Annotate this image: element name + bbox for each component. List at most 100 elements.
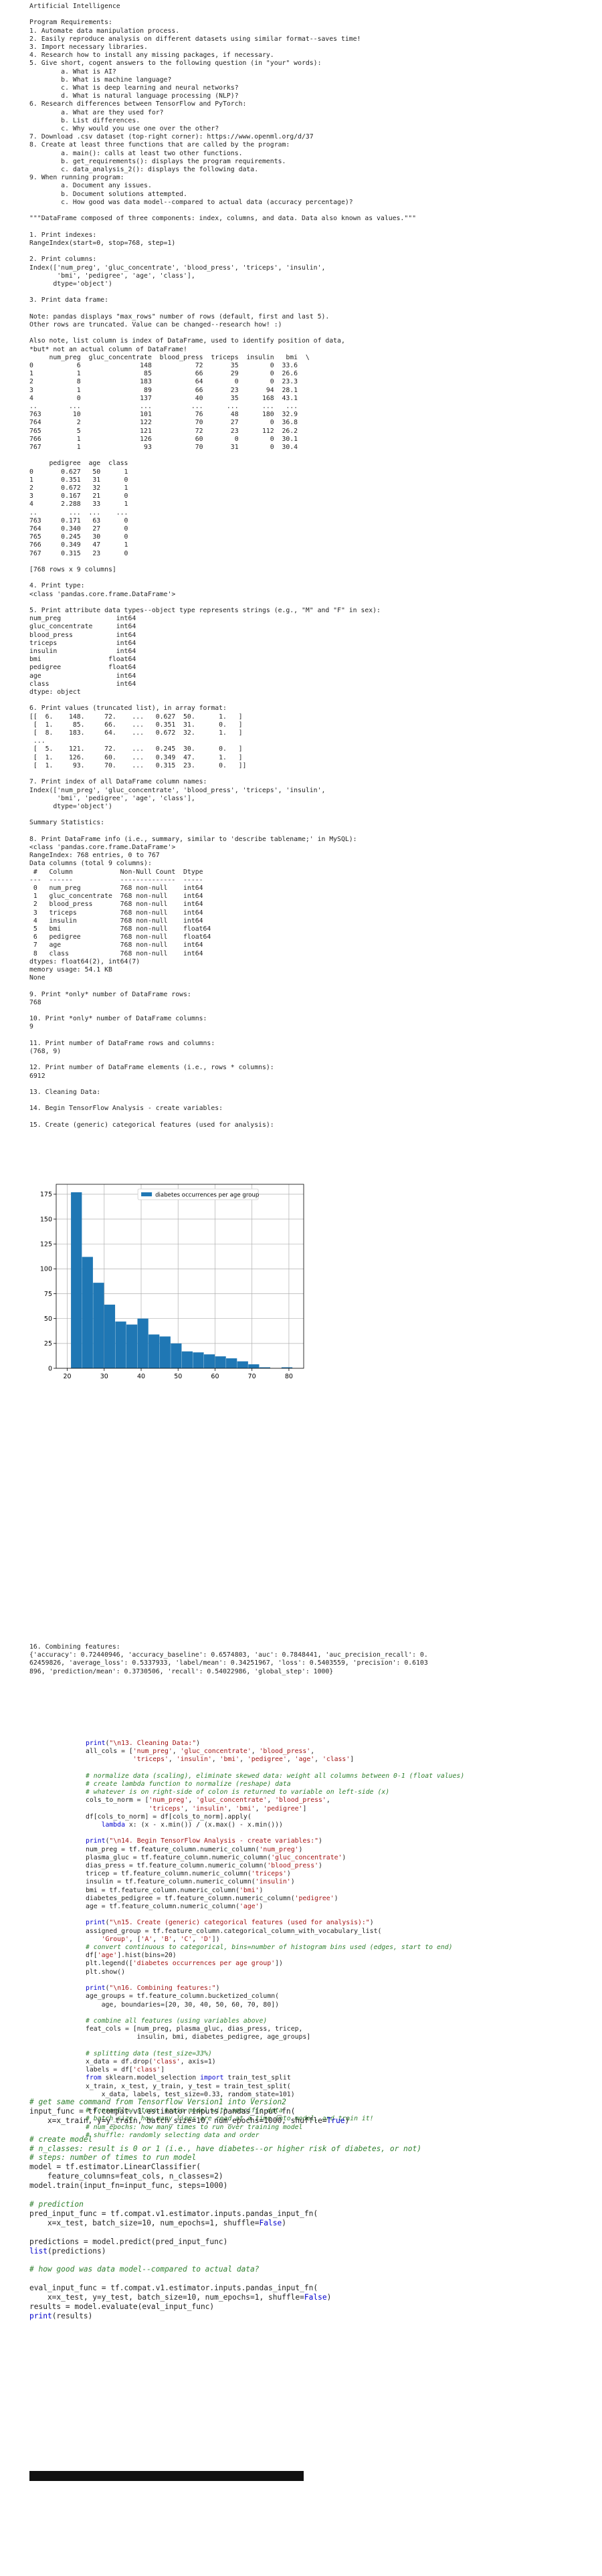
code-line[interactable]: pred_input_func = tf.compat.v1.estimator… (29, 2209, 598, 2219)
output-line: [ 1. 85. 66. ... 0.351 31. 0. ] (29, 721, 243, 729)
output-line: dtype: object (29, 688, 81, 697)
code-line[interactable]: feature_columns=feat_cols, n_classes=2) (29, 2172, 598, 2181)
code-line[interactable]: # whatever is on right-side of colon is … (86, 1788, 594, 1797)
code-line[interactable]: lambda x: (x - x.min()) / (x.max() - x.m… (86, 1821, 594, 1829)
output-line: Note: pandas displays "max_rows" number … (29, 312, 330, 320)
output-line: 5. Give short, cogent answers to the fol… (29, 60, 322, 68)
output-line: 12. Print number of DataFrame elements (… (29, 1064, 274, 1072)
code-cell-2[interactable]: # get same command from Tensorflow Versi… (29, 2098, 598, 2321)
code-line[interactable]: model = tf.estimator.LinearClassifier( (29, 2163, 598, 2172)
code-line[interactable]: model.train(input_fn=input_func, steps=1… (29, 2181, 598, 2191)
output-line: b. What is machine language? (29, 76, 172, 84)
code-line[interactable]: cols_to_norm = ['num_preg', 'gluc_concen… (86, 1797, 594, 1805)
code-line[interactable]: diabetes_pedigree = tf.feature_column.nu… (86, 1895, 594, 1903)
code-line[interactable] (86, 1911, 594, 1919)
code-line[interactable]: list(predictions) (29, 2247, 598, 2256)
code-line[interactable]: 'triceps', 'insulin', 'bmi', 'pedigree'] (86, 1805, 594, 1813)
code-cell-1[interactable]: print("\n13. Cleaning Data:") all_cols = … (86, 1740, 594, 2140)
output-line: 9. When running program: (29, 174, 124, 182)
code-line[interactable] (86, 2042, 594, 2050)
redacted-bar (29, 2471, 304, 2481)
code-line[interactable]: # normalize data (scaling), eliminate sk… (86, 1772, 594, 1780)
code-line[interactable] (29, 2274, 598, 2284)
output-line: 4 2.288 33 1 (29, 500, 128, 509)
output-line: 765 0.245 30 0 (29, 533, 128, 541)
code-line[interactable]: tricep = tf.feature_column.numeric_colum… (86, 1870, 594, 1878)
code-line[interactable] (86, 1764, 594, 1772)
output-line: pedigree float64 (29, 664, 136, 672)
output-line: 'bmi', 'pedigree', 'age', 'class'], (29, 794, 195, 802)
output-line: [ 8. 183. 64. ... 0.672 32. 1. ] (29, 729, 243, 737)
code-line[interactable] (86, 2009, 594, 2017)
code-line[interactable]: x_train, x_test, y_train, y_test = train… (86, 2083, 594, 2091)
output-line: 4 insulin 768 non-null int64 (29, 917, 211, 925)
output-line: --- ------ -------------- ----- (29, 876, 211, 884)
output-line: 15. Create (generic) categorical feature… (29, 1121, 274, 1129)
code-line[interactable]: # combine all features (using variables … (86, 2017, 594, 2025)
histogram-bar (71, 1192, 82, 1368)
code-line[interactable]: all_cols = ['num_preg', 'gluc_concentrat… (86, 1748, 594, 1756)
code-line[interactable]: feat_cols = [num_preg, plasma_gluc, dias… (86, 2025, 594, 2033)
output-line: dtype='object') (29, 802, 112, 810)
output-line: 62459826, 'average_loss': 0.5337933, 'la… (29, 1659, 428, 1667)
code-line[interactable]: plt.legend(['diabetes occurrences per ag… (86, 1960, 594, 1968)
code-line[interactable]: # n_classes: result is 0 or 1 (i.e., hav… (29, 2144, 598, 2154)
code-line[interactable]: # convert continuous to categorical, bin… (86, 1944, 594, 1952)
code-line[interactable]: dias_press = tf.feature_column.numeric_c… (86, 1862, 594, 1870)
code-line[interactable]: # steps: number of times to run model (29, 2153, 598, 2163)
code-line[interactable]: df['age'].hist(bins=20) (86, 1952, 594, 1960)
code-line[interactable]: age_groups = tf.feature_column.bucketize… (86, 1993, 594, 2001)
code-line[interactable] (29, 2256, 598, 2265)
code-line[interactable]: x_data = df.drop('class', axis=1) (86, 2058, 594, 2066)
histogram-bar (215, 1356, 226, 1368)
code-line[interactable]: labels = df['class'] (86, 2066, 594, 2074)
output-line: 2. Print columns: (29, 256, 97, 264)
code-line[interactable]: # prediction (29, 2200, 598, 2209)
code-line[interactable] (29, 2126, 598, 2135)
code-line[interactable]: eval_input_func = tf.compat.v1.estimator… (29, 2284, 598, 2293)
code-line[interactable]: x=x_test, batch_size=10, num_epochs=1, s… (29, 2219, 598, 2228)
code-line[interactable]: # get same command from Tensorflow Versi… (29, 2098, 598, 2107)
code-line[interactable]: from sklearn.model_selection import trai… (86, 2074, 594, 2082)
code-line[interactable]: print("\n13. Cleaning Data:") (86, 1740, 594, 1748)
code-line[interactable]: input_func = tf.compat.v1.estimator.inpu… (29, 2107, 598, 2116)
code-line[interactable]: print(results) (29, 2312, 598, 2321)
code-line[interactable]: x=x_train, y=y_train, batch_size=10, num… (29, 2116, 598, 2126)
code-line[interactable]: results = model.evaluate(eval_input_func… (29, 2302, 598, 2312)
output-line: c. data_analysis_2(): displays the follo… (29, 166, 259, 174)
code-line[interactable]: # splitting data (test_size=33%) (86, 2050, 594, 2058)
code-line[interactable] (86, 1976, 594, 1985)
output-line: 0 0.627 50 1 (29, 468, 128, 476)
code-line[interactable]: insulin = tf.feature_column.numeric_colu… (86, 1878, 594, 1886)
output-line: 14. Begin TensorFlow Analysis - create v… (29, 1105, 223, 1113)
code-line[interactable]: # create model (29, 2135, 598, 2144)
code-line[interactable]: print("\n16. Combining features:") (86, 1985, 594, 1993)
code-line[interactable]: print("\n14. Begin TensorFlow Analysis -… (86, 1837, 594, 1845)
output-line: 5 bmi 768 non-null float64 (29, 925, 211, 933)
code-line[interactable]: # how good was data model--compared to a… (29, 2265, 598, 2274)
output-line: dtypes: float64(2), int64(7) (29, 957, 140, 965)
code-line[interactable]: bmi = tf.feature_column.numeric_column('… (86, 1887, 594, 1895)
code-line[interactable]: num_preg = tf.feature_column.numeric_col… (86, 1846, 594, 1854)
code-line[interactable]: insulin, bmi, diabetes_pedigree, age_gro… (86, 2033, 594, 2041)
code-line[interactable]: assigned_group = tf.feature_column.categ… (86, 1928, 594, 1936)
output-line: 1 1 85 66 29 0 26.6 (29, 370, 298, 378)
code-line[interactable]: plt.show() (86, 1968, 594, 1976)
code-line[interactable]: # create lambda function to normalize (r… (86, 1780, 594, 1788)
code-line[interactable]: age = tf.feature_column.numeric_column('… (86, 1903, 594, 1911)
code-line[interactable]: print("\n15. Create (generic) categorica… (86, 1919, 594, 1927)
code-line[interactable] (29, 2228, 598, 2237)
code-line[interactable]: 'Group', ['A', 'B', 'C', 'D']) (86, 1936, 594, 1944)
code-line[interactable]: age, boundaries=[20, 30, 40, 50, 60, 70,… (86, 2001, 594, 2009)
code-line[interactable]: 'triceps', 'insulin', 'bmi', 'pedigree',… (86, 1756, 594, 1764)
code-line[interactable]: df[cols_to_norm] = df[cols_to_norm].appl… (86, 1813, 594, 1821)
code-line[interactable]: x=x_test, y=y_test, batch_size=10, num_e… (29, 2293, 598, 2302)
code-line[interactable]: plasma_gluc = tf.feature_column.numeric_… (86, 1854, 594, 1862)
output-line: 13. Cleaning Data: (29, 1089, 101, 1097)
output-line: 768 (29, 998, 41, 1006)
code-line[interactable]: predictions = model.predict(pred_input_f… (29, 2237, 598, 2247)
code-line[interactable] (29, 2191, 598, 2200)
output-line: 0 num_preg 768 non-null int64 (29, 884, 211, 892)
code-line[interactable] (86, 1829, 594, 1837)
